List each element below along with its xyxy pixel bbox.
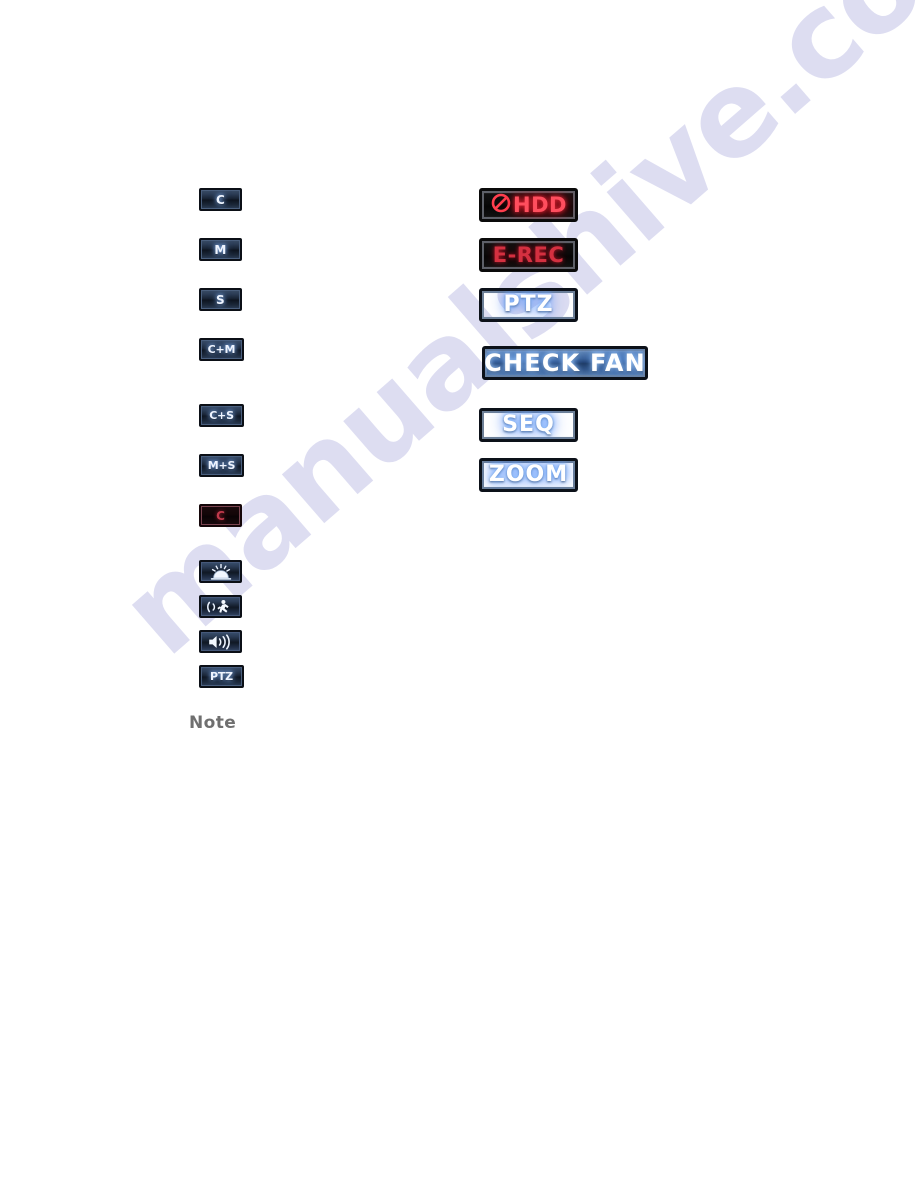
no-entry-icon — [490, 192, 512, 219]
status-button-ptz[interactable]: PTZ — [479, 288, 578, 322]
status-chip-c-label: C — [215, 192, 226, 207]
status-chip-ptz[interactable]: PTZ — [199, 665, 244, 688]
row-status-ptz: PTZ — [199, 665, 244, 688]
status-chip-alarm[interactable] — [199, 560, 242, 583]
status-button-hdd[interactable]: HDD — [479, 188, 578, 222]
row-status-cs: C+S — [199, 404, 244, 427]
status-button-hdd-label: HDD — [513, 192, 567, 217]
alarm-light-icon — [207, 563, 235, 580]
status-chip-c-video-loss-label: C — [216, 508, 225, 523]
status-button-ptz-label: PTZ — [503, 292, 554, 317]
row-status-motion — [199, 595, 242, 618]
row-status-s: S — [199, 288, 242, 311]
status-button-zoom[interactable]: ZOOM — [479, 458, 578, 492]
status-chip-motion[interactable] — [199, 595, 242, 618]
row-btn-hdd: HDD — [479, 188, 578, 222]
document-content: C M S C+M C+S M+S C PTZ HDD E-REC PTZ CH… — [0, 0, 918, 1188]
note-heading: Note — [189, 713, 237, 733]
row-status-alarm — [199, 560, 242, 583]
status-button-check-fan[interactable]: CHECK FAN — [482, 346, 648, 380]
status-button-e-rec-label: E-REC — [492, 242, 565, 267]
row-btn-ptz: PTZ — [479, 288, 578, 322]
row-btn-check-fan: CHECK FAN — [482, 346, 648, 380]
status-chip-s-label: S — [216, 292, 225, 307]
status-button-seq-label: SEQ — [502, 412, 555, 437]
row-status-m: M — [199, 238, 242, 261]
row-btn-seq: SEQ — [479, 408, 578, 442]
status-button-check-fan-label: CHECK FAN — [484, 349, 646, 377]
status-button-e-rec[interactable]: E-REC — [479, 238, 578, 272]
row-status-c: C — [199, 188, 242, 211]
status-chip-c-plus-s-label: C+S — [209, 409, 234, 422]
speaker-icon — [206, 633, 236, 650]
row-btn-erec: E-REC — [479, 238, 578, 272]
status-chip-m-label: M — [214, 242, 227, 257]
status-chip-m[interactable]: M — [199, 238, 242, 261]
status-chip-c-plus-m-label: C+M — [207, 343, 236, 356]
status-chip-ptz-label: PTZ — [210, 670, 233, 683]
row-status-ms: M+S — [199, 454, 244, 477]
status-chip-m-plus-s[interactable]: M+S — [199, 454, 244, 477]
status-chip-c[interactable]: C — [199, 188, 242, 211]
row-status-c-red: C — [199, 504, 242, 527]
status-chip-c-plus-m[interactable]: C+M — [199, 338, 244, 361]
motion-person-icon — [206, 599, 236, 615]
status-button-zoom-label: ZOOM — [488, 462, 569, 487]
status-chip-m-plus-s-label: M+S — [207, 459, 236, 472]
status-button-seq[interactable]: SEQ — [479, 408, 578, 442]
status-chip-c-video-loss[interactable]: C — [199, 504, 242, 527]
row-status-audio — [199, 630, 242, 653]
status-chip-s[interactable]: S — [199, 288, 242, 311]
status-chip-audio[interactable] — [199, 630, 242, 653]
row-status-cm: C+M — [199, 338, 244, 361]
status-chip-c-plus-s[interactable]: C+S — [199, 404, 244, 427]
row-btn-zoom: ZOOM — [479, 458, 578, 492]
